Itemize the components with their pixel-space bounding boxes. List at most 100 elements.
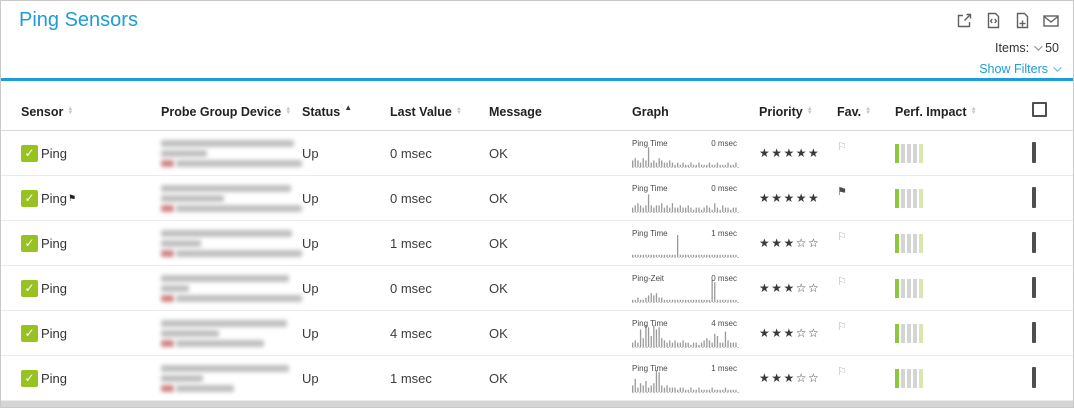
items-count-control[interactable]: Items: 50 [995, 41, 1059, 55]
sort-icon: ▲▼ [807, 107, 813, 115]
probe-group-device-cell[interactable] [161, 365, 302, 392]
select-cell [1032, 234, 1074, 252]
select-all-checkbox[interactable] [1032, 102, 1047, 117]
graph-cell[interactable]: Ping-Zeit 0 msec [632, 274, 759, 303]
sensor-cell[interactable]: ✓ Ping ⚑ [21, 370, 161, 387]
redacted-text-line [161, 295, 302, 302]
row-checkbox[interactable] [1032, 142, 1036, 163]
favorite-flag-icon[interactable]: ⚐ [837, 320, 847, 333]
row-checkbox[interactable] [1032, 277, 1036, 298]
sensor-cell[interactable]: ✓ Ping ⚑ [21, 235, 161, 252]
priority-stars[interactable]: ★★★☆☆ [759, 371, 837, 385]
mini-graph: Ping-Zeit 0 msec [632, 274, 739, 303]
table-row: ✓ Ping ⚑ Up 1 msec OK Ping Time 1 msec ★… [1, 356, 1073, 401]
sort-icon: ▲▼ [865, 107, 871, 115]
redacted-text-line [161, 240, 201, 247]
horizontal-scrollbar[interactable] [1, 401, 1073, 407]
graph-cell[interactable]: Ping Time 1 msec [632, 364, 759, 393]
favorite-cell[interactable]: ⚐ [837, 279, 895, 297]
sensor-name[interactable]: Ping [41, 281, 67, 296]
graph-cell[interactable]: Ping Time 0 msec [632, 139, 759, 168]
table-row: ✓ Ping ⚑ Up 0 msec OK Ping Time 0 msec ★… [1, 131, 1073, 176]
sensor-cell[interactable]: ✓ Ping ⚑ [21, 145, 161, 162]
probe-group-device-cell[interactable] [161, 230, 302, 257]
column-header-graph: Graph [632, 105, 759, 119]
sensor-name[interactable]: Ping [41, 236, 67, 251]
priority-stars[interactable]: ★★★☆☆ [759, 326, 837, 340]
column-header-status[interactable]: Status▲ [302, 105, 390, 119]
perf-impact-bar [907, 279, 911, 298]
priority-stars[interactable]: ★★★★★ [759, 146, 837, 160]
favorite-flag-icon[interactable]: ⚐ [837, 140, 847, 153]
sensor-cell[interactable]: ✓ Ping ⚑ [21, 280, 161, 297]
column-header-perf[interactable]: Perf. Impact▲▼ [895, 105, 1032, 119]
sensor-name[interactable]: Ping [41, 191, 67, 206]
xml-export-icon[interactable] [984, 11, 1002, 29]
perf-impact-bar [895, 369, 899, 388]
favorite-flag-icon[interactable]: ⚐ [837, 230, 847, 243]
status-cell: Up [302, 326, 390, 341]
row-checkbox[interactable] [1032, 187, 1036, 208]
chevron-down-icon [1034, 42, 1042, 50]
perf-impact-bar [913, 279, 917, 298]
message-cell: OK [489, 236, 632, 251]
probe-group-device-cell[interactable] [161, 320, 302, 347]
column-header-fav[interactable]: Fav.▲▼ [837, 105, 895, 119]
sensor-name[interactable]: Ping [41, 146, 67, 161]
probe-group-device-cell[interactable] [161, 140, 302, 167]
perf-impact-meter [895, 324, 1032, 343]
row-checkbox[interactable] [1032, 367, 1036, 388]
add-report-icon[interactable] [1013, 11, 1031, 29]
favorite-flag-icon[interactable]: ⚐ [837, 275, 847, 288]
sensor-cell[interactable]: ✓ Ping ⚑ [21, 325, 161, 342]
table-header-row: Sensor▲▼Probe Group Device▲▼Status▲Last … [1, 81, 1073, 131]
sensor-name[interactable]: Ping [41, 326, 67, 341]
priority-stars[interactable]: ★★★☆☆ [759, 281, 837, 295]
column-header-probe[interactable]: Probe Group Device▲▼ [161, 105, 302, 119]
column-header-priority[interactable]: Priority▲▼ [759, 105, 837, 119]
perf-impact-meter [895, 189, 1032, 208]
graph-cell[interactable]: Ping Time 0 msec [632, 184, 759, 213]
graph-cell[interactable]: Ping Time 1 msec [632, 229, 759, 258]
status-cell: Up [302, 281, 390, 296]
redacted-text-line [161, 140, 294, 147]
row-checkbox[interactable] [1032, 322, 1036, 343]
graph-value: 0 msec [711, 139, 737, 148]
column-header-sensor[interactable]: Sensor▲▼ [21, 105, 161, 119]
probe-group-device-cell[interactable] [161, 185, 302, 212]
perf-impact-bar [895, 189, 899, 208]
show-filters-toggle[interactable]: Show Filters [979, 62, 1059, 76]
redacted-text [176, 250, 302, 257]
priority-stars[interactable]: ★★★☆☆ [759, 236, 837, 250]
column-header-select[interactable] [1032, 104, 1074, 119]
open-in-new-window-icon[interactable] [955, 11, 973, 29]
redacted-text-line [161, 285, 189, 292]
favorite-cell[interactable]: ⚐ [837, 324, 895, 342]
favorite-flag-icon[interactable]: ⚑ [837, 185, 847, 198]
message-cell: OK [489, 371, 632, 386]
status-cell: Up [302, 146, 390, 161]
graph-value: 1 msec [711, 229, 737, 238]
favorite-cell[interactable]: ⚐ [837, 369, 895, 387]
redacted-text-line [161, 275, 289, 282]
favorite-cell[interactable]: ⚑ [837, 189, 895, 207]
column-header-lastval[interactable]: Last Value▲▼ [390, 105, 489, 119]
show-filters-label: Show Filters [979, 62, 1048, 76]
graph-label: Ping Time [632, 184, 668, 193]
redacted-text-line [161, 320, 287, 327]
favorite-flag-icon[interactable]: ⚐ [837, 365, 847, 378]
graph-cell[interactable]: Ping Time 4 msec [632, 319, 759, 348]
probe-group-device-cell[interactable] [161, 275, 302, 302]
favorite-cell[interactable]: ⚐ [837, 144, 895, 162]
priority-stars[interactable]: ★★★★★ [759, 191, 837, 205]
row-checkbox[interactable] [1032, 232, 1036, 253]
favorite-cell[interactable]: ⚐ [837, 234, 895, 252]
column-label: Message [489, 105, 542, 119]
sensor-name[interactable]: Ping [41, 371, 67, 386]
perf-impact-bar [919, 324, 923, 343]
email-icon[interactable] [1042, 11, 1060, 29]
sensor-cell[interactable]: ✓ Ping ⚑ [21, 190, 161, 207]
redacted-text-line [161, 230, 292, 237]
sort-icon: ▲▼ [285, 107, 291, 115]
ping-sensors-page: Ping Sensors [0, 0, 1074, 408]
